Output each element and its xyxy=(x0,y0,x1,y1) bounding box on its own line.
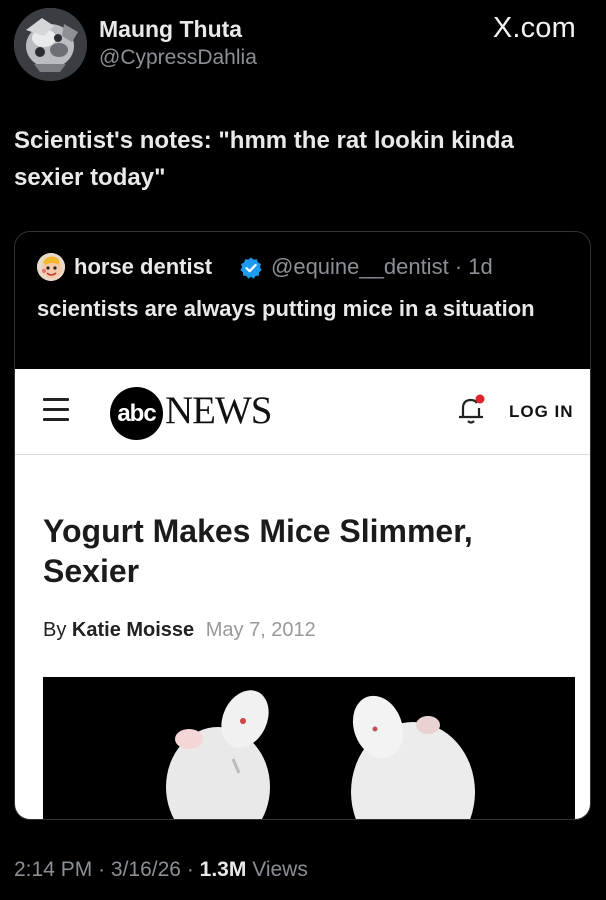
views-label: Views xyxy=(252,858,308,881)
separator: · xyxy=(98,858,106,881)
byline-prefix: By xyxy=(43,619,67,641)
cartoon-face-avatar-icon xyxy=(37,253,65,281)
user-handle[interactable]: @CypressDahlia xyxy=(99,46,257,70)
tweet-date: 3/16/26 xyxy=(110,858,181,881)
quoted-tweet-card[interactable]: horse dentist @equine__dentist · 1d scie… xyxy=(14,231,591,820)
article-headline: Yogurt Makes Mice Slimmer, Sexier xyxy=(43,513,473,589)
display-name[interactable]: Maung Thuta xyxy=(99,16,242,43)
article-byline: By Katie Moisse May 7, 2012 xyxy=(43,619,316,642)
tweet-meta: 2:14 PM · 3/16/26 · 1.3M Views xyxy=(14,858,308,882)
notification-bell-icon xyxy=(459,394,485,424)
tweet-time: 2:14 PM xyxy=(14,858,93,881)
abc-logo: abc xyxy=(110,387,163,440)
login-label: LOG IN xyxy=(509,402,574,421)
article-photo-mice xyxy=(43,677,575,819)
tweet-text: Scientist's notes: "hmm the rat lookin k… xyxy=(14,127,514,191)
robot-face-avatar-icon xyxy=(14,8,87,81)
article-author: Katie Moisse xyxy=(71,619,195,641)
verified-badge-icon xyxy=(240,257,262,279)
quoted-tweet-text: scientists are always putting mice in a … xyxy=(37,296,535,321)
hamburger-menu-icon xyxy=(43,398,69,422)
quoted-age: · 1d xyxy=(454,254,493,279)
views-count[interactable]: 1.3M xyxy=(200,858,247,881)
quoted-handle[interactable]: @equine__dentist xyxy=(271,254,449,279)
avatar[interactable] xyxy=(14,8,87,81)
news-logo-word: NEWS xyxy=(165,389,272,432)
white-mice-image xyxy=(43,677,575,819)
quoted-avatar[interactable] xyxy=(37,253,65,281)
news-header: abc NEWS LOG IN xyxy=(15,369,590,455)
source-brand: X.com xyxy=(492,12,576,44)
separator: · xyxy=(186,858,194,881)
quoted-handle-and-age[interactable]: @equine__dentist · 1d xyxy=(271,254,493,280)
quoted-display-name[interactable]: horse dentist xyxy=(74,254,212,280)
news-article-screenshot[interactable]: abc NEWS LOG IN Yogurt Makes Mice Slimme… xyxy=(15,369,590,819)
article-date: May 7, 2012 xyxy=(205,619,316,641)
